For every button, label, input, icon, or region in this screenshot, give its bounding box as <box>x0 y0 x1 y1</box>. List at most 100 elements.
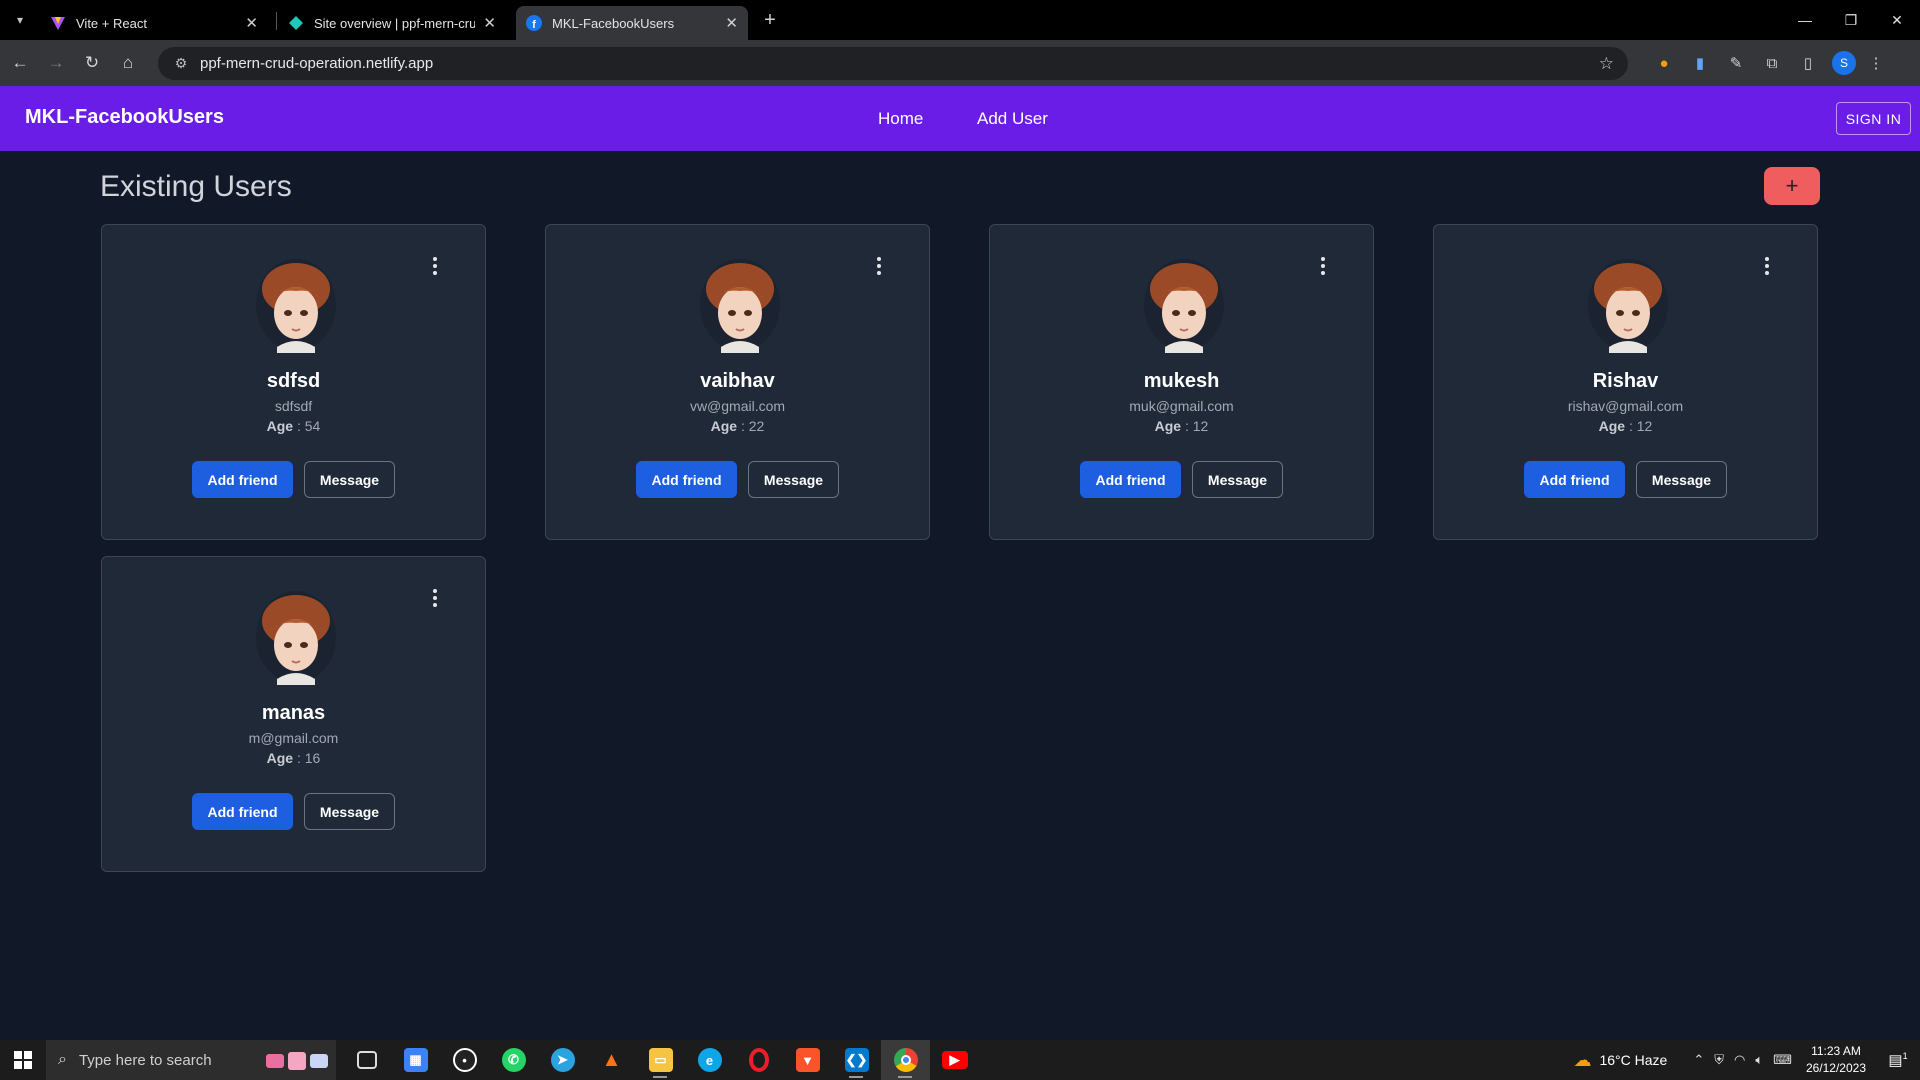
user-email: sdfsdf <box>274 398 313 414</box>
browser-tab-vite[interactable]: Vite + React ✕ <box>40 6 268 40</box>
defender-icon[interactable]: ⛨ <box>1714 1052 1724 1068</box>
url-text[interactable]: ppf-mern-crud-operation.netlify.app <box>200 55 433 72</box>
message-button[interactable]: Message <box>304 793 395 830</box>
microsoft-store-icon[interactable]: ▦ <box>391 1040 440 1080</box>
close-window-icon[interactable]: ✕ <box>1874 0 1920 40</box>
tab-search-button[interactable]: ▾ <box>6 6 34 34</box>
brave-icon[interactable]: ▼ <box>783 1040 832 1080</box>
browser-toolbar: ← → ↻ ⌂ ⚙ ppf-mern-crud-operation.netlif… <box>0 40 1920 86</box>
tab-title: Vite + React <box>76 15 147 31</box>
keyboard-icon[interactable]: ⌨ <box>1773 1052 1792 1068</box>
message-button[interactable]: Message <box>1636 461 1727 498</box>
close-icon[interactable]: ✕ <box>725 14 738 32</box>
avatar <box>699 255 781 353</box>
maps-icon[interactable]: • <box>440 1040 489 1080</box>
page-title: Existing Users <box>100 170 292 203</box>
nav-add-user-link[interactable]: Add User <box>977 109 1048 129</box>
age-value: : 16 <box>296 750 321 766</box>
brand-logo[interactable]: MKL-FacebookUsers <box>25 106 224 129</box>
menu-kebab-icon[interactable]: ⋮ <box>1860 47 1892 79</box>
clock-date: 26/12/2023 <box>1805 1061 1866 1075</box>
profile-avatar[interactable]: S <box>1832 51 1856 75</box>
more-options-icon[interactable] <box>1317 257 1329 275</box>
vscode-icon[interactable]: ❮❯ <box>832 1040 881 1080</box>
chrome-icon[interactable] <box>881 1040 930 1080</box>
search-icon: ⌕ <box>58 1051 67 1068</box>
task-view-icon[interactable] <box>342 1040 391 1080</box>
user-name: vaibhav <box>700 370 775 392</box>
wifi-icon[interactable]: ◠ <box>1734 1052 1745 1068</box>
bookmark-star-icon[interactable]: ☆ <box>1599 54 1614 74</box>
back-icon[interactable]: ← <box>4 47 36 79</box>
side-panel-icon[interactable]: ▯ <box>1792 47 1824 79</box>
opera-icon[interactable] <box>734 1040 783 1080</box>
taskbar-search-placeholder: Type here to search <box>78 1051 212 1069</box>
user-email: rishav@gmail.com <box>1567 398 1684 414</box>
message-button[interactable]: Message <box>1192 461 1283 498</box>
avatar <box>255 587 337 685</box>
message-button[interactable]: Message <box>748 461 839 498</box>
more-options-icon[interactable] <box>1761 257 1773 275</box>
forward-icon[interactable]: → <box>40 47 72 79</box>
message-button[interactable]: Message <box>304 461 395 498</box>
nav-home-link[interactable]: Home <box>878 109 923 129</box>
telegram-icon[interactable]: ➤ <box>538 1040 587 1080</box>
docs-extension-icon[interactable]: ▮ <box>1684 47 1716 79</box>
add-user-button[interactable]: + <box>1764 167 1820 205</box>
add-friend-button[interactable]: Add friend <box>1524 461 1625 498</box>
address-bar[interactable]: ⚙ ppf-mern-crud-operation.netlify.app ☆ <box>158 47 1628 80</box>
add-friend-button[interactable]: Add friend <box>1080 461 1181 498</box>
home-icon[interactable]: ⌂ <box>112 47 144 79</box>
cookie-extension-icon[interactable]: ● <box>1648 47 1680 79</box>
vlc-icon[interactable]: ▲ <box>587 1040 636 1080</box>
close-icon[interactable]: ✕ <box>483 14 496 32</box>
file-explorer-icon[interactable]: ▭ <box>636 1040 685 1080</box>
user-age: Age : 54 <box>102 418 485 434</box>
weather-text: 16°C Haze <box>1599 1052 1668 1068</box>
minimize-icon[interactable]: — <box>1782 0 1828 40</box>
browser-tab-facebookusers[interactable]: f MKL-FacebookUsers ✕ <box>516 6 748 40</box>
facebook-icon: f <box>526 15 542 31</box>
browser-tab-bar: ▾ Vite + React ✕ Site overview | ppf-mer… <box>0 0 1920 40</box>
tray-icons: ⌃ ⛨ ◠ 🔈︎ ⌨ <box>1693 1052 1792 1068</box>
edge-icon[interactable]: e <box>685 1040 734 1080</box>
notification-icon[interactable]: ▤1 <box>1882 1051 1914 1069</box>
pen-extension-icon[interactable]: ✎ <box>1720 47 1752 79</box>
avatar <box>255 255 337 353</box>
user-age: Age : 12 <box>990 418 1373 434</box>
puzzle-extensions-icon[interactable]: ⧉ <box>1756 47 1788 79</box>
restore-icon[interactable]: ❐ <box>1828 0 1874 40</box>
tab-title: MKL-FacebookUsers <box>552 15 675 31</box>
age-label: Age <box>1598 418 1626 434</box>
youtube-icon[interactable]: ▶ <box>930 1040 979 1080</box>
more-options-icon[interactable] <box>429 589 441 607</box>
weather-widget[interactable]: ☁ 16°C Haze <box>1573 1050 1667 1071</box>
netlify-icon <box>288 15 304 31</box>
windows-start-icon[interactable] <box>0 1040 46 1080</box>
age-value: : 12 <box>1184 418 1209 434</box>
more-options-icon[interactable] <box>873 257 885 275</box>
add-friend-button[interactable]: Add friend <box>192 793 293 830</box>
browser-tab-netlify[interactable]: Site overview | ppf-mern-crud- ✕ <box>278 6 506 40</box>
user-card: mukesh muk@gmail.com Age : 12 Add friend… <box>989 224 1374 540</box>
user-email: vw@gmail.com <box>689 398 786 414</box>
reload-icon[interactable]: ↻ <box>76 47 108 79</box>
add-friend-button[interactable]: Add friend <box>636 461 737 498</box>
more-options-icon[interactable] <box>429 257 441 275</box>
sign-in-button[interactable]: SIGN IN <box>1836 102 1911 135</box>
chevron-up-icon[interactable]: ⌃ <box>1693 1052 1704 1068</box>
whatsapp-icon[interactable]: ✆ <box>489 1040 538 1080</box>
new-tab-button[interactable]: + <box>756 8 784 32</box>
close-icon[interactable]: ✕ <box>245 14 258 32</box>
site-info-icon[interactable]: ⚙ <box>166 55 196 72</box>
taskbar-clock[interactable]: 11:23 AM 26/12/2023 <box>1806 1043 1866 1077</box>
user-name: manas <box>261 702 326 724</box>
add-friend-button[interactable]: Add friend <box>192 461 293 498</box>
tab-title: Site overview | ppf-mern-crud- <box>314 15 476 31</box>
user-card: vaibhav vw@gmail.com Age : 22 Add friend… <box>545 224 930 540</box>
window-controls: — ❐ ✕ <box>1782 0 1920 40</box>
user-name: Rishav <box>1592 370 1659 392</box>
age-value: : 22 <box>740 418 765 434</box>
taskbar-search-box[interactable]: ⌕ Type here to search <box>46 1040 336 1080</box>
volume-icon[interactable]: 🔈︎ <box>1755 1052 1763 1068</box>
